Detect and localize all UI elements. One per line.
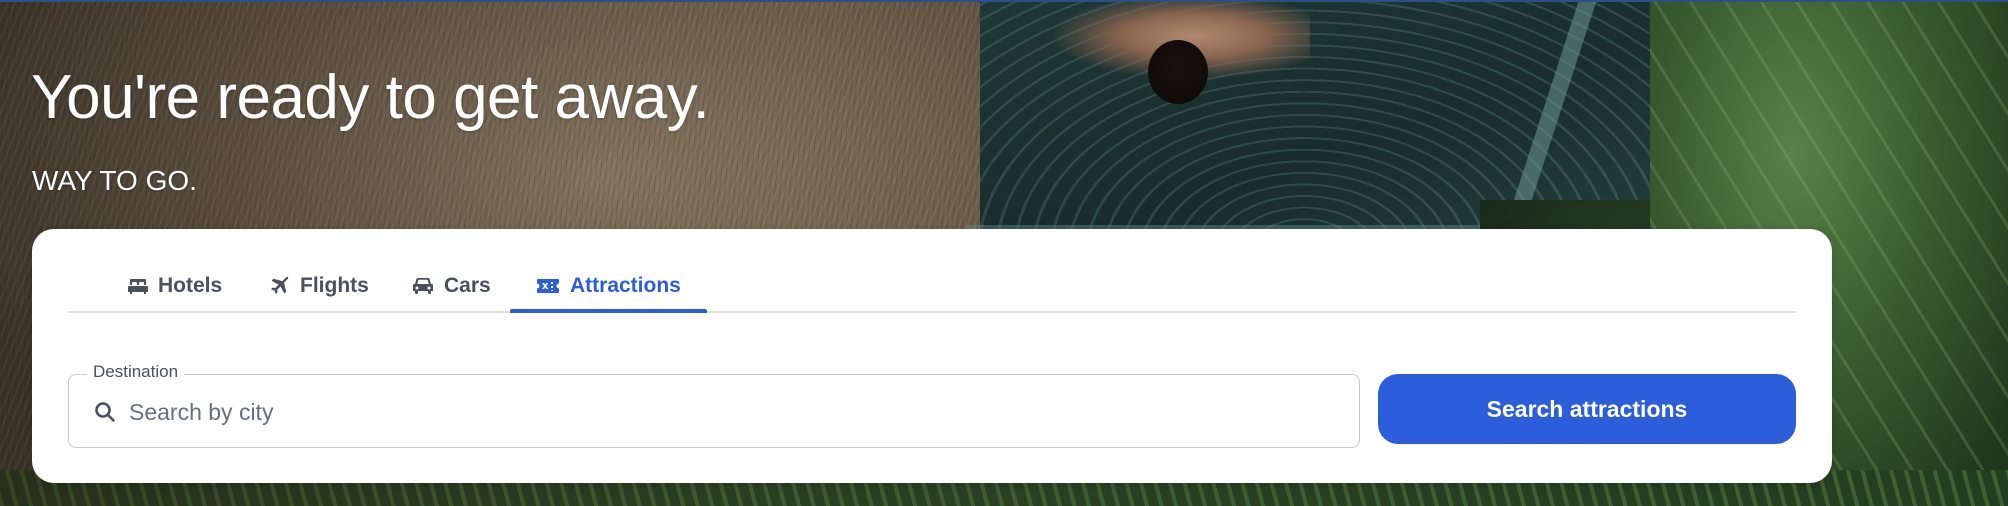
tab-cars-label: Cars bbox=[444, 274, 491, 297]
ticket-icon bbox=[536, 277, 560, 295]
tab-attractions[interactable]: Attractions bbox=[510, 261, 707, 313]
tab-flights-label: Flights bbox=[300, 274, 369, 297]
hero-banner: You're ready to get away. WAY TO GO. Hot… bbox=[0, 0, 2008, 506]
bed-icon bbox=[128, 277, 148, 295]
tab-cars[interactable]: Cars bbox=[410, 261, 493, 311]
tab-hotels[interactable]: Hotels bbox=[126, 261, 224, 311]
tab-flights[interactable]: Flights bbox=[268, 261, 371, 311]
hero-headline: You're ready to get away. bbox=[31, 63, 710, 132]
search-attractions-button[interactable]: Search attractions bbox=[1378, 374, 1796, 444]
destination-field[interactable]: Destination bbox=[68, 362, 1360, 448]
tab-hotels-label: Hotels bbox=[158, 274, 223, 297]
search-tabs: Hotels Flights Cars Attractions bbox=[68, 261, 1796, 313]
car-icon bbox=[412, 277, 434, 295]
search-card: Hotels Flights Cars Attractions Destinat… bbox=[32, 229, 1832, 483]
search-icon bbox=[93, 400, 117, 424]
top-border bbox=[0, 0, 2008, 2]
hero-subheadline: WAY TO GO. bbox=[32, 165, 197, 196]
destination-label: Destination bbox=[87, 362, 185, 382]
airplane-icon bbox=[270, 276, 290, 296]
destination-input[interactable] bbox=[127, 391, 1331, 433]
tab-attractions-label: Attractions bbox=[570, 274, 681, 297]
